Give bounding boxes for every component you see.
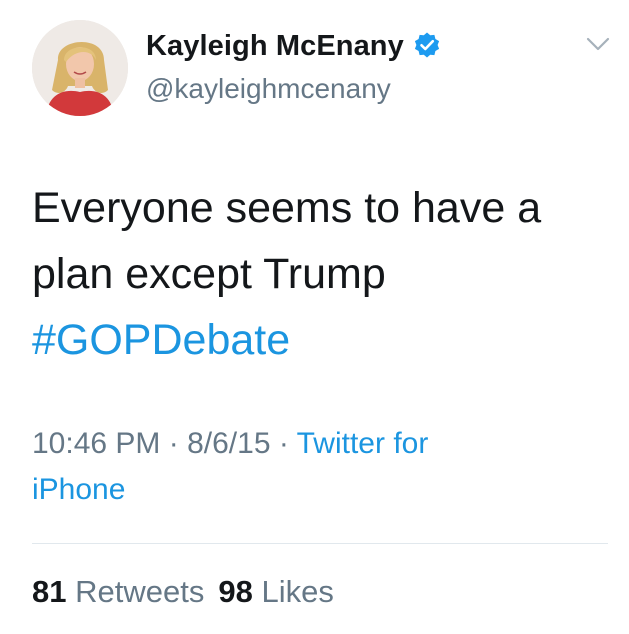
tweet-time: 10:46 PM — [32, 427, 161, 460]
tweet-date: 8/6/15 — [187, 427, 271, 460]
source-link-continued[interactable]: iPhone — [32, 473, 125, 506]
source-link[interactable]: Twitter for — [297, 427, 429, 460]
retweets-count: 81 — [32, 574, 67, 609]
meta-separator: · — [160, 427, 188, 460]
avatar[interactable] — [32, 20, 128, 116]
tweet-text-line-2: plan except Trump — [32, 250, 386, 298]
verified-badge-icon — [412, 31, 442, 61]
tweet-text: Everyone seems to have a plan except Tru… — [32, 175, 602, 373]
chevron-down-icon[interactable] — [584, 34, 612, 54]
display-name[interactable]: Kayleigh McEnany — [146, 30, 404, 63]
likes-count: 98 — [218, 574, 253, 609]
tweet-text-line-1: Everyone seems to have a — [32, 184, 542, 232]
tweet-meta: 10:46 PM · 8/6/15 · Twitter for iPhone — [32, 421, 602, 513]
likes-stat[interactable]: 98 Likes — [218, 574, 333, 609]
likes-label: Likes — [261, 574, 334, 609]
author-handle[interactable]: @kayleighmcenany — [146, 73, 391, 105]
divider — [32, 543, 608, 544]
meta-separator: · — [270, 427, 297, 460]
retweets-stat[interactable]: 81 Retweets — [32, 574, 204, 609]
retweets-label: Retweets — [75, 574, 205, 609]
tweet-card: Kayleigh McEnany @kayleighmcenany Everyo… — [0, 0, 629, 634]
hashtag-link[interactable]: #GOPDebate — [32, 307, 602, 373]
author-name-row[interactable]: Kayleigh McEnany — [146, 24, 442, 68]
engagement-stats: 81 Retweets 98 Likes — [32, 570, 334, 614]
